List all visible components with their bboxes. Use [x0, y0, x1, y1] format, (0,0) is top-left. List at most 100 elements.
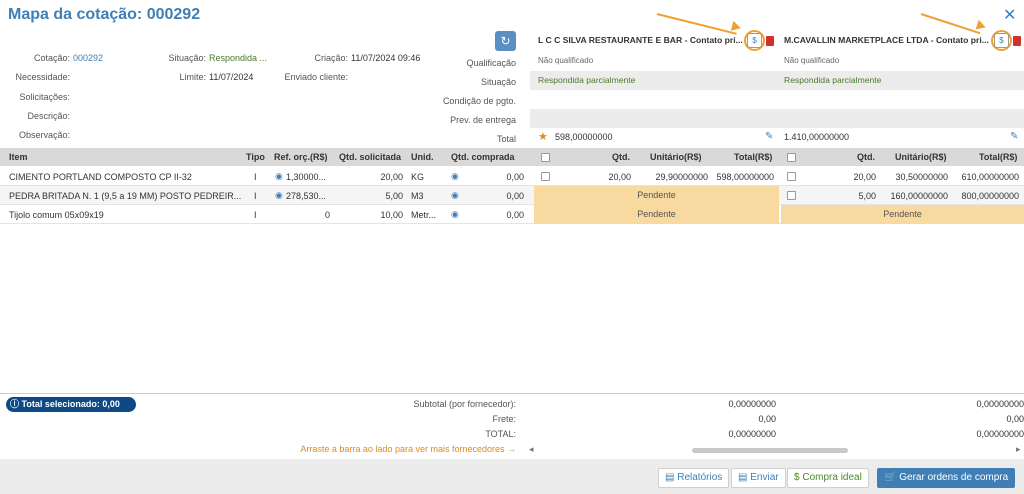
col-unid[interactable]: Unid.	[411, 152, 434, 162]
s1-qtd: 20,00	[608, 172, 631, 182]
limite-value: 11/07/2024	[209, 72, 254, 82]
enviar-label: Enviar	[750, 472, 779, 483]
total-selecionado-text: Total selecionado: 0,00	[21, 399, 120, 409]
scroll-hint: Arraste a barra ao lado para ver mais fo…	[300, 444, 516, 454]
row-item: PEDRA BRITADA N. 1 (9,5 a 19 MM) POSTO P…	[9, 191, 242, 201]
relatorios-label: Relatórios	[677, 472, 723, 483]
criacao-value: 11/07/2024 09:46	[351, 53, 421, 63]
s1-pending: Pendente	[534, 186, 779, 205]
gerar-ordens-button[interactable]: 🛒 Gerar ordens de compra	[877, 468, 1016, 488]
enviado-label: Enviado cliente:	[284, 72, 348, 82]
enviar-button[interactable]: ▤ Enviar	[731, 468, 786, 488]
eye-icon[interactable]: ◉	[275, 171, 283, 182]
s2-qtd: 5,00	[858, 191, 876, 201]
scroll-right-arrow[interactable]: ▸	[1016, 444, 1021, 455]
supplier-2-situacao: Respondida parcialmente	[784, 75, 882, 85]
row-qtd-comprada: 0,00	[506, 210, 524, 220]
row-checkbox[interactable]	[787, 191, 796, 200]
row-unid: KG	[411, 172, 425, 182]
refresh-icon: ↻	[500, 34, 511, 48]
s1-col-unitario[interactable]: Unitário(R$)	[650, 152, 702, 162]
eye-icon[interactable]: ◉	[275, 190, 283, 201]
row-ref: 0	[324, 210, 330, 220]
supplier-2-qualificacao: Não qualificado	[784, 56, 840, 65]
s2-col-unitario[interactable]: Unitário(R$)	[895, 152, 947, 162]
s1-col-total[interactable]: Total(R$)	[734, 152, 772, 162]
s1-frete: 0,00	[758, 414, 776, 424]
observacao-label: Observação:	[18, 130, 70, 140]
s2-total-footer: 0,00000000	[976, 429, 1024, 439]
refresh-button[interactable]: ↻	[495, 31, 516, 51]
star-icon: ★	[538, 131, 548, 143]
s2-col-total[interactable]: Total(R$)	[979, 152, 1017, 162]
row-tipo: I	[254, 172, 257, 182]
supplier-2-total: 1.410,00000000	[784, 132, 850, 142]
solicitacoes-label: Solicitações:	[19, 92, 70, 102]
col-item[interactable]: Item	[9, 152, 28, 162]
s2-pending: Pendente	[781, 205, 1024, 224]
qualificacao-label: Qualificação	[466, 58, 516, 68]
col-tipo[interactable]: Tipo	[246, 152, 265, 162]
necessidade-label: Necessidade:	[15, 72, 70, 82]
compra-ideal-label: Compra ideal	[802, 472, 862, 483]
edit-icon[interactable]: ✎	[1010, 131, 1018, 142]
footer-separator	[0, 393, 1024, 394]
s2-qtd: 20,00	[853, 172, 876, 182]
supplier-2-select-all-checkbox[interactable]	[787, 153, 796, 162]
cotacao-label: Cotação:	[33, 53, 70, 63]
supplier-1-name: L C C SILVA RESTAURANTE E BAR - Contato …	[538, 35, 743, 45]
s1-total: 598,00000000	[716, 172, 774, 182]
criacao-label: Criação:	[314, 53, 348, 63]
supplier-2-trash-icon[interactable]	[1013, 36, 1021, 46]
annotation-arrowhead	[730, 21, 743, 33]
s2-col-qtd[interactable]: Qtd.	[857, 152, 875, 162]
situacao-label: Situação:	[168, 53, 206, 63]
col-qtd-comprada[interactable]: Qtd. comprada	[451, 152, 515, 162]
situacao-row-label: Situação	[480, 77, 516, 87]
total-selecionado-badge: ⓘ Total selecionado: 0,00	[6, 397, 136, 412]
s2-total: 610,00000000	[961, 172, 1019, 182]
cotacao-link[interactable]: 000292	[73, 53, 103, 63]
supplier-1-select-all-checkbox[interactable]	[541, 153, 550, 162]
supplier-1-trash-icon[interactable]	[766, 36, 774, 46]
row-ref: 278,530...	[286, 191, 327, 201]
row-tipo: I	[254, 191, 257, 201]
s2-total: 800,00000000	[961, 191, 1019, 201]
annotation-arrow	[656, 13, 737, 35]
limite-label: Limite:	[179, 72, 206, 82]
prev-entrega-label: Prev. de entrega	[450, 115, 516, 125]
scroll-left-arrow[interactable]: ◂	[529, 444, 534, 455]
row-qtd-solicitada: 10,00	[380, 210, 403, 220]
row-unid: Metr...	[411, 210, 437, 220]
eye-icon[interactable]: ◉	[451, 209, 459, 220]
descricao-label: Descrição:	[27, 111, 70, 121]
edit-icon[interactable]: ✎	[765, 131, 773, 142]
supplier-1-situacao: Respondida parcialmente	[538, 75, 636, 85]
col-qtd-solicitada[interactable]: Qtd. solicitada	[339, 152, 401, 162]
col-ref[interactable]: Ref. orç.(R$)	[274, 152, 328, 162]
situacao-value: Respondida ...	[209, 53, 268, 63]
row-checkbox[interactable]	[541, 172, 550, 181]
compra-ideal-button[interactable]: $ Compra ideal	[787, 468, 869, 488]
supplier-1-total: 598,00000000	[555, 132, 613, 142]
close-icon[interactable]: ✕	[1003, 5, 1016, 25]
eye-icon[interactable]: ◉	[451, 171, 459, 182]
row-tipo: I	[254, 210, 257, 220]
eye-icon[interactable]: ◉	[451, 190, 459, 201]
s2-frete: 0,00	[1006, 414, 1024, 424]
row-item: Tijolo comum 05x09x19	[9, 210, 104, 220]
supplier-1-dollar-button[interactable]: $	[747, 33, 762, 48]
annotation-arrow	[920, 13, 981, 35]
row-checkbox[interactable]	[787, 172, 796, 181]
row-ref: 1,30000...	[286, 172, 327, 182]
info-icon: ⓘ	[10, 399, 22, 409]
s1-unitario: 29,90000000	[655, 172, 708, 182]
relatorios-button[interactable]: ▤ Relatórios	[658, 468, 730, 488]
horizontal-scrollbar[interactable]	[692, 448, 848, 453]
s1-col-qtd[interactable]: Qtd.	[612, 152, 630, 162]
row-qtd-solicitada: 5,00	[385, 191, 403, 201]
gerar-label: Gerar ordens de compra	[899, 472, 1009, 483]
report-icon: ▤	[665, 472, 678, 483]
supplier-2-name: M.CAVALLIN MARKETPLACE LTDA - Contato pr…	[784, 35, 989, 45]
supplier-2-dollar-button[interactable]: $	[994, 33, 1009, 48]
